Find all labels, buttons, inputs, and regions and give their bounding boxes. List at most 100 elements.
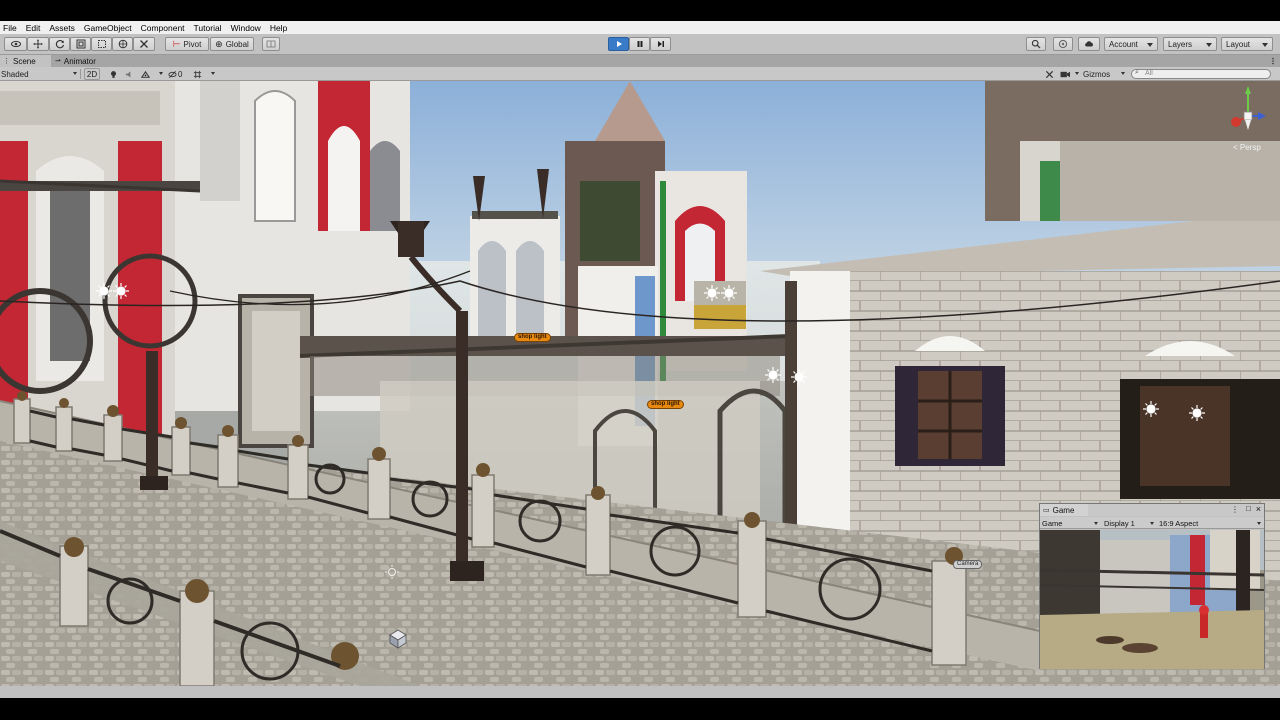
pivot-icon: ⊢ — [172, 38, 181, 49]
letterbox-bottom — [0, 698, 1280, 720]
rotate-tool-button[interactable] — [49, 37, 70, 51]
eye-icon — [10, 40, 21, 48]
cloud-button[interactable] — [1078, 37, 1100, 51]
scale-tool-button[interactable] — [70, 37, 91, 51]
search-icon: ⌕ — [1135, 69, 1139, 76]
close-icon[interactable]: × — [1256, 504, 1261, 514]
play-icon — [616, 41, 622, 47]
menu-file[interactable]: File — [3, 23, 17, 33]
pivot-toggle[interactable]: ⊢ Pivot — [165, 37, 209, 51]
display-mode-label: Game — [1042, 518, 1063, 528]
camera-tag[interactable]: Camera — [953, 560, 983, 569]
shop-light-tag-1[interactable]: shop light — [514, 333, 551, 342]
editor-tab-row: ⋮ Scene ⇀ Animator — [0, 55, 1280, 67]
game-window[interactable]: ▭ Game ⋮ □ × Game Display 1 16:9 Aspect — [1039, 503, 1265, 669]
menu-gameobject[interactable]: GameObject — [84, 23, 132, 33]
audio-toggle[interactable] — [122, 68, 136, 80]
scene-search-input[interactable]: ⌕ All — [1131, 69, 1271, 79]
move-arrows-icon — [33, 39, 43, 49]
menu-window[interactable]: Window — [231, 23, 261, 33]
menu-component[interactable]: Component — [141, 23, 185, 33]
display-label: Display 1 — [1104, 518, 1135, 528]
play-button[interactable] — [608, 37, 629, 51]
globe-icon: ⊕ — [215, 38, 223, 49]
gizmos-dropdown[interactable]: Gizmos — [1082, 68, 1126, 80]
effects-dropdown[interactable] — [140, 68, 164, 80]
search-placeholder: All — [1145, 70, 1153, 77]
search-icon — [1031, 39, 1041, 49]
game-tab-label: Game — [1052, 505, 1075, 515]
gizmos-label: Gizmos — [1083, 69, 1111, 79]
collab-button[interactable] — [1053, 37, 1073, 51]
layers-dropdown[interactable]: Layers — [1163, 37, 1217, 51]
menu-help[interactable]: Help — [270, 23, 287, 33]
game-tab-bar: ▭ Game ⋮ □ × — [1040, 504, 1264, 516]
display-dropdown[interactable]: Display 1 — [1104, 518, 1156, 528]
transform-tool-button[interactable] — [112, 37, 133, 51]
pause-icon — [637, 41, 642, 47]
layers-label: Layers — [1168, 39, 1193, 49]
rect-tool-button[interactable] — [91, 37, 112, 51]
menu-assets[interactable]: Assets — [49, 23, 75, 33]
game-toolbar: Game Display 1 16:9 Aspect — [1040, 517, 1264, 529]
tab-animator[interactable]: ⇀ Animator — [52, 55, 112, 67]
gamepad-icon: ▭ — [1043, 507, 1050, 514]
transform-icon — [118, 39, 127, 49]
scene-tab-label: Scene — [13, 56, 36, 66]
letterbox-top — [0, 0, 1280, 21]
mode-2d-toggle[interactable]: 2D — [84, 68, 100, 80]
tab-menu-icon[interactable] — [1269, 57, 1277, 65]
camera-icon — [1060, 71, 1070, 77]
divider — [80, 69, 81, 79]
search-button[interactable] — [1026, 37, 1046, 51]
eye-slash-icon — [168, 70, 177, 78]
status-bar — [0, 686, 1280, 698]
grid-icon — [193, 70, 202, 78]
custom-tool-button[interactable] — [133, 37, 155, 51]
layout-label: Layout — [1226, 39, 1251, 49]
camera-settings-dropdown[interactable] — [1059, 68, 1080, 80]
shading-mode-label: Shaded — [1, 69, 29, 79]
aspect-dropdown[interactable]: 16:9 Aspect — [1159, 518, 1263, 528]
menu-tutorial[interactable]: Tutorial — [194, 23, 222, 33]
scene-tab-icon: ⋮ — [3, 58, 10, 65]
scale-icon — [76, 39, 85, 49]
grid-dropdown[interactable] — [192, 68, 216, 80]
effects-icon — [141, 70, 150, 78]
scene-view[interactable]: shop light shop light Camera < Persp ▭ G… — [0, 81, 1280, 686]
tab-scene[interactable]: ⋮ Scene — [0, 55, 51, 67]
grid-icon — [266, 40, 276, 48]
aspect-label: 16:9 Aspect — [1159, 518, 1199, 528]
game-preview[interactable] — [1040, 530, 1264, 669]
cloud-icon — [1085, 41, 1093, 47]
step-button[interactable] — [650, 37, 671, 51]
scene-tools-button[interactable] — [1042, 68, 1056, 80]
hidden-count: 0 — [178, 69, 183, 79]
move-tool-button[interactable] — [27, 37, 49, 51]
mode-2d-label: 2D — [86, 69, 98, 79]
tab-game[interactable]: ▭ Game — [1040, 504, 1088, 516]
grid-snap-button[interactable] — [262, 37, 280, 51]
scene-toolbar: Shaded 2D 0 Gizmos ⌕ All — [0, 67, 1280, 81]
account-label: Account — [1109, 39, 1138, 49]
lighting-toggle[interactable] — [106, 68, 120, 80]
game-menu-icon[interactable]: ⋮ — [1231, 505, 1239, 514]
rect-tool-icon — [97, 40, 106, 48]
maximize-icon[interactable]: □ — [1246, 504, 1251, 513]
pause-button[interactable] — [629, 37, 650, 51]
animator-icon: ⇀ — [55, 58, 61, 65]
shading-mode-dropdown[interactable]: Shaded — [0, 68, 78, 80]
hand-tool-button[interactable] — [4, 37, 27, 51]
persp-label[interactable]: < Persp — [1233, 143, 1261, 152]
account-dropdown[interactable]: Account — [1104, 37, 1158, 51]
shop-light-tag-2[interactable]: shop light — [647, 400, 684, 409]
speaker-icon — [125, 70, 130, 78]
game-display-mode-dropdown[interactable]: Game — [1042, 518, 1100, 528]
layout-dropdown[interactable]: Layout — [1221, 37, 1273, 51]
tools-icon — [1045, 70, 1053, 78]
hidden-objects-toggle[interactable]: 0 — [168, 68, 188, 80]
global-toggle[interactable]: ⊕ Global — [210, 37, 254, 51]
menu-edit[interactable]: Edit — [26, 23, 41, 33]
collab-icon — [1058, 39, 1068, 49]
main-toolbar: ⊢ Pivot ⊕ Global Account Layers Layout — [0, 34, 1280, 55]
